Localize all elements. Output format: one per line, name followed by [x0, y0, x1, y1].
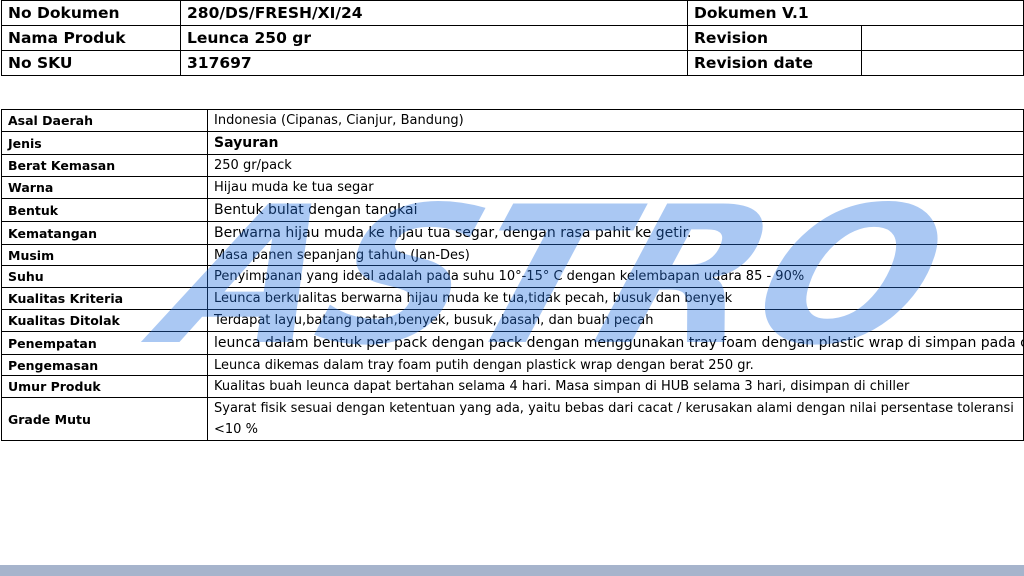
header-meta-value: [861, 25, 1024, 51]
spec-row: Bentuk Bentuk bulat dengan tangkai: [1, 198, 1024, 222]
spec-label: Pengemasan: [1, 354, 208, 376]
spec-value: Kualitas buah leunca dapat bertahan sela…: [207, 375, 1024, 398]
header-row-sku: No SKU 317697 Revision date: [1, 50, 1024, 76]
spec-label: Umur Produk: [1, 375, 208, 398]
spec-row: Grade Mutu Syarat fisik sesuai dengan ke…: [1, 397, 1024, 441]
spec-row: Warna Hijau muda ke tua segar: [1, 176, 1024, 199]
spec-value: Bentuk bulat dengan tangkai: [207, 198, 1024, 222]
header-label: No Dokumen: [1, 0, 181, 26]
spec-label: Asal Daerah: [1, 109, 208, 132]
specification-table: Asal Daerah Indonesia (Cipanas, Cianjur,…: [1, 109, 1024, 441]
spec-value: Masa panen sepanjang tahun (Jan-Des): [207, 244, 1024, 266]
spec-value: Syarat fisik sesuai dengan ketentuan yan…: [207, 397, 1024, 441]
spec-row: Pengemasan Leunca dikemas dalam tray foa…: [1, 354, 1024, 376]
header-meta-value: [861, 50, 1024, 76]
spec-value: Penyimpanan yang ideal adalah pada suhu …: [207, 265, 1024, 288]
spec-row: Suhu Penyimpanan yang ideal adalah pada …: [1, 265, 1024, 288]
spec-label: Warna: [1, 176, 208, 199]
spec-value: 250 gr/pack: [207, 154, 1024, 177]
footer-bar: [0, 565, 1024, 576]
spec-label: Penempatan: [1, 331, 208, 355]
spec-value: leunca dalam bentuk per pack dengan pack…: [207, 331, 1024, 355]
spec-value: Sayuran: [207, 131, 1024, 155]
spec-row: Penempatan leunca dalam bentuk per pack …: [1, 331, 1024, 355]
spec-label: Musim: [1, 244, 208, 266]
spec-row: Kematangan Berwarna hijau muda ke hijau …: [1, 221, 1024, 245]
spec-label: Kualitas Ditolak: [1, 309, 208, 332]
spec-row: Kualitas Kriteria Leunca berkualitas ber…: [1, 287, 1024, 310]
spec-label: Jenis: [1, 131, 208, 155]
spec-label: Kualitas Kriteria: [1, 287, 208, 310]
header-meta-label: Revision date: [687, 50, 862, 76]
spec-label: Suhu: [1, 265, 208, 288]
spec-value: Berwarna hijau muda ke hijau tua segar, …: [207, 221, 1024, 245]
spec-row: Umur Produk Kualitas buah leunca dapat b…: [1, 375, 1024, 398]
header-label: No SKU: [1, 50, 181, 76]
header-meta-label: Revision: [687, 25, 862, 51]
spec-value: Hijau muda ke tua segar: [207, 176, 1024, 199]
spec-value: Leunca dikemas dalam tray foam putih den…: [207, 354, 1024, 376]
spec-label: Kematangan: [1, 221, 208, 245]
spec-row: Jenis Sayuran: [1, 131, 1024, 155]
header-value: Leunca 250 gr: [180, 25, 688, 51]
spec-row: Kualitas Ditolak Terdapat layu,batang pa…: [1, 309, 1024, 332]
spec-label: Grade Mutu: [1, 397, 208, 441]
header-row-document-number: No Dokumen 280/DS/FRESH/XI/24 Dokumen V.…: [1, 0, 1024, 26]
spec-row: Asal Daerah Indonesia (Cipanas, Cianjur,…: [1, 109, 1024, 132]
spec-value: Indonesia (Cipanas, Cianjur, Bandung): [207, 109, 1024, 132]
header-meta-label: Dokumen V.1: [687, 0, 1024, 26]
spec-value: Terdapat layu,batang patah,benyek, busuk…: [207, 309, 1024, 332]
spec-value: Leunca berkualitas berwarna hijau muda k…: [207, 287, 1024, 310]
header-value: 317697: [180, 50, 688, 76]
header-row-product-name: Nama Produk Leunca 250 gr Revision: [1, 25, 1024, 51]
spec-row: Musim Masa panen sepanjang tahun (Jan-De…: [1, 244, 1024, 266]
spec-label: Bentuk: [1, 198, 208, 222]
spec-row: Berat Kemasan 250 gr/pack: [1, 154, 1024, 177]
header-label: Nama Produk: [1, 25, 181, 51]
spec-label: Berat Kemasan: [1, 154, 208, 177]
header-value: 280/DS/FRESH/XI/24: [180, 0, 688, 26]
document-header-table: No Dokumen 280/DS/FRESH/XI/24 Dokumen V.…: [1, 0, 1024, 76]
